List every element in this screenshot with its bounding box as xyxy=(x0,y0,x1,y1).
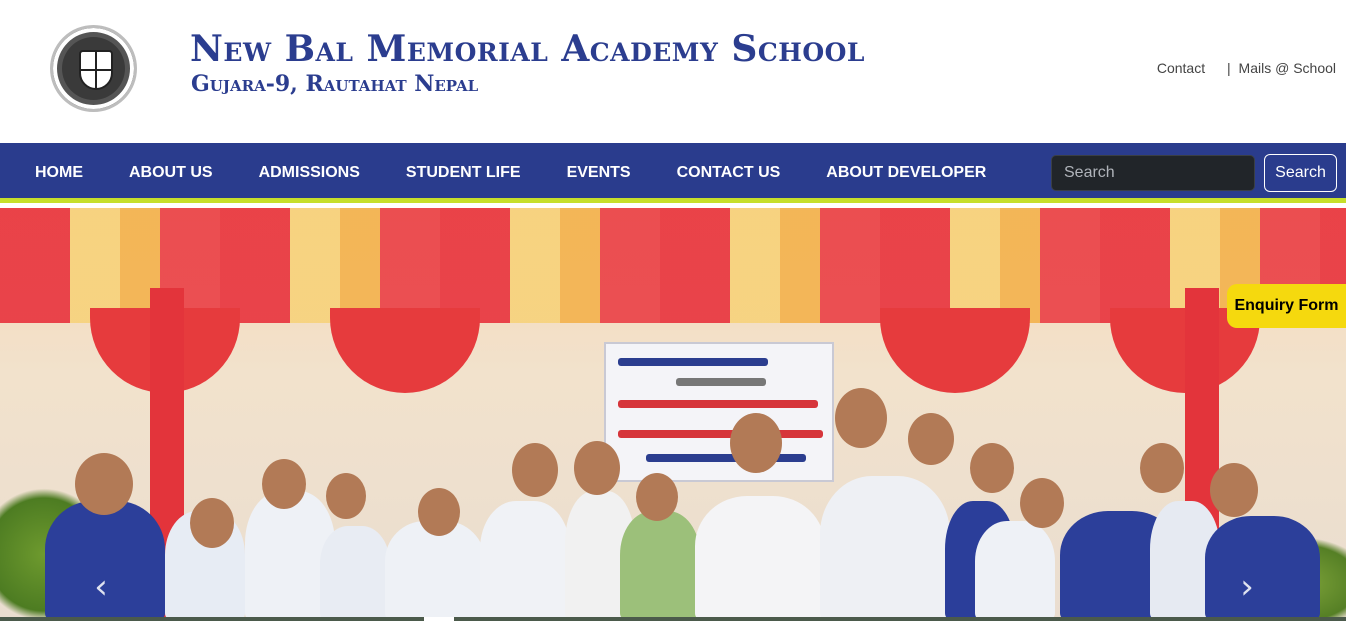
nav-item-about-developer[interactable]: ABOUT DEVELOPER xyxy=(803,164,1009,182)
nav-item-contact-us[interactable]: CONTACT US xyxy=(654,164,804,182)
chevron-right-icon[interactable]: › xyxy=(1232,570,1262,604)
hero-carousel xyxy=(0,208,1346,621)
nav-menu: HOME ABOUT US ADMISSIONS STUDENT LIFE EV… xyxy=(12,143,1009,203)
mails-link[interactable]: Mails @ School xyxy=(1239,60,1336,76)
school-name-heading: New Bal Memorial Academy School xyxy=(190,28,866,70)
nav-item-student-life[interactable]: STUDENT LIFE xyxy=(383,164,544,182)
nav-item-admissions[interactable]: ADMISSIONS xyxy=(236,164,383,182)
nav-item-events[interactable]: EVENTS xyxy=(544,164,654,182)
school-logo[interactable] xyxy=(50,25,137,112)
contact-link[interactable]: Contact xyxy=(1157,60,1205,76)
main-navbar: HOME ABOUT US ADMISSIONS STUDENT LIFE EV… xyxy=(0,143,1346,203)
hero-drape xyxy=(880,308,1030,393)
top-links: Contact | Mails @ School xyxy=(1157,60,1336,76)
nav-item-home[interactable]: HOME xyxy=(12,164,106,182)
enquiry-form-button[interactable]: Enquiry Form xyxy=(1227,284,1346,328)
link-separator: | xyxy=(1227,60,1231,76)
shield-emblem-icon xyxy=(79,50,113,90)
hero-tent-canopy xyxy=(0,208,1346,323)
hero-drape xyxy=(330,308,480,393)
carousel-indicators-bar xyxy=(0,617,1346,621)
school-address: Gujara-9, Rautahat Nepal xyxy=(191,71,479,97)
chevron-left-icon[interactable]: ‹ xyxy=(86,570,116,604)
nav-item-about-us[interactable]: ABOUT US xyxy=(106,164,236,182)
hero-students-group xyxy=(0,388,1346,621)
carousel-indicator-active[interactable] xyxy=(424,617,454,621)
search-button[interactable]: Search xyxy=(1264,154,1337,192)
search-input[interactable] xyxy=(1051,155,1255,191)
site-header: New Bal Memorial Academy School Gujara-9… xyxy=(0,0,1346,143)
